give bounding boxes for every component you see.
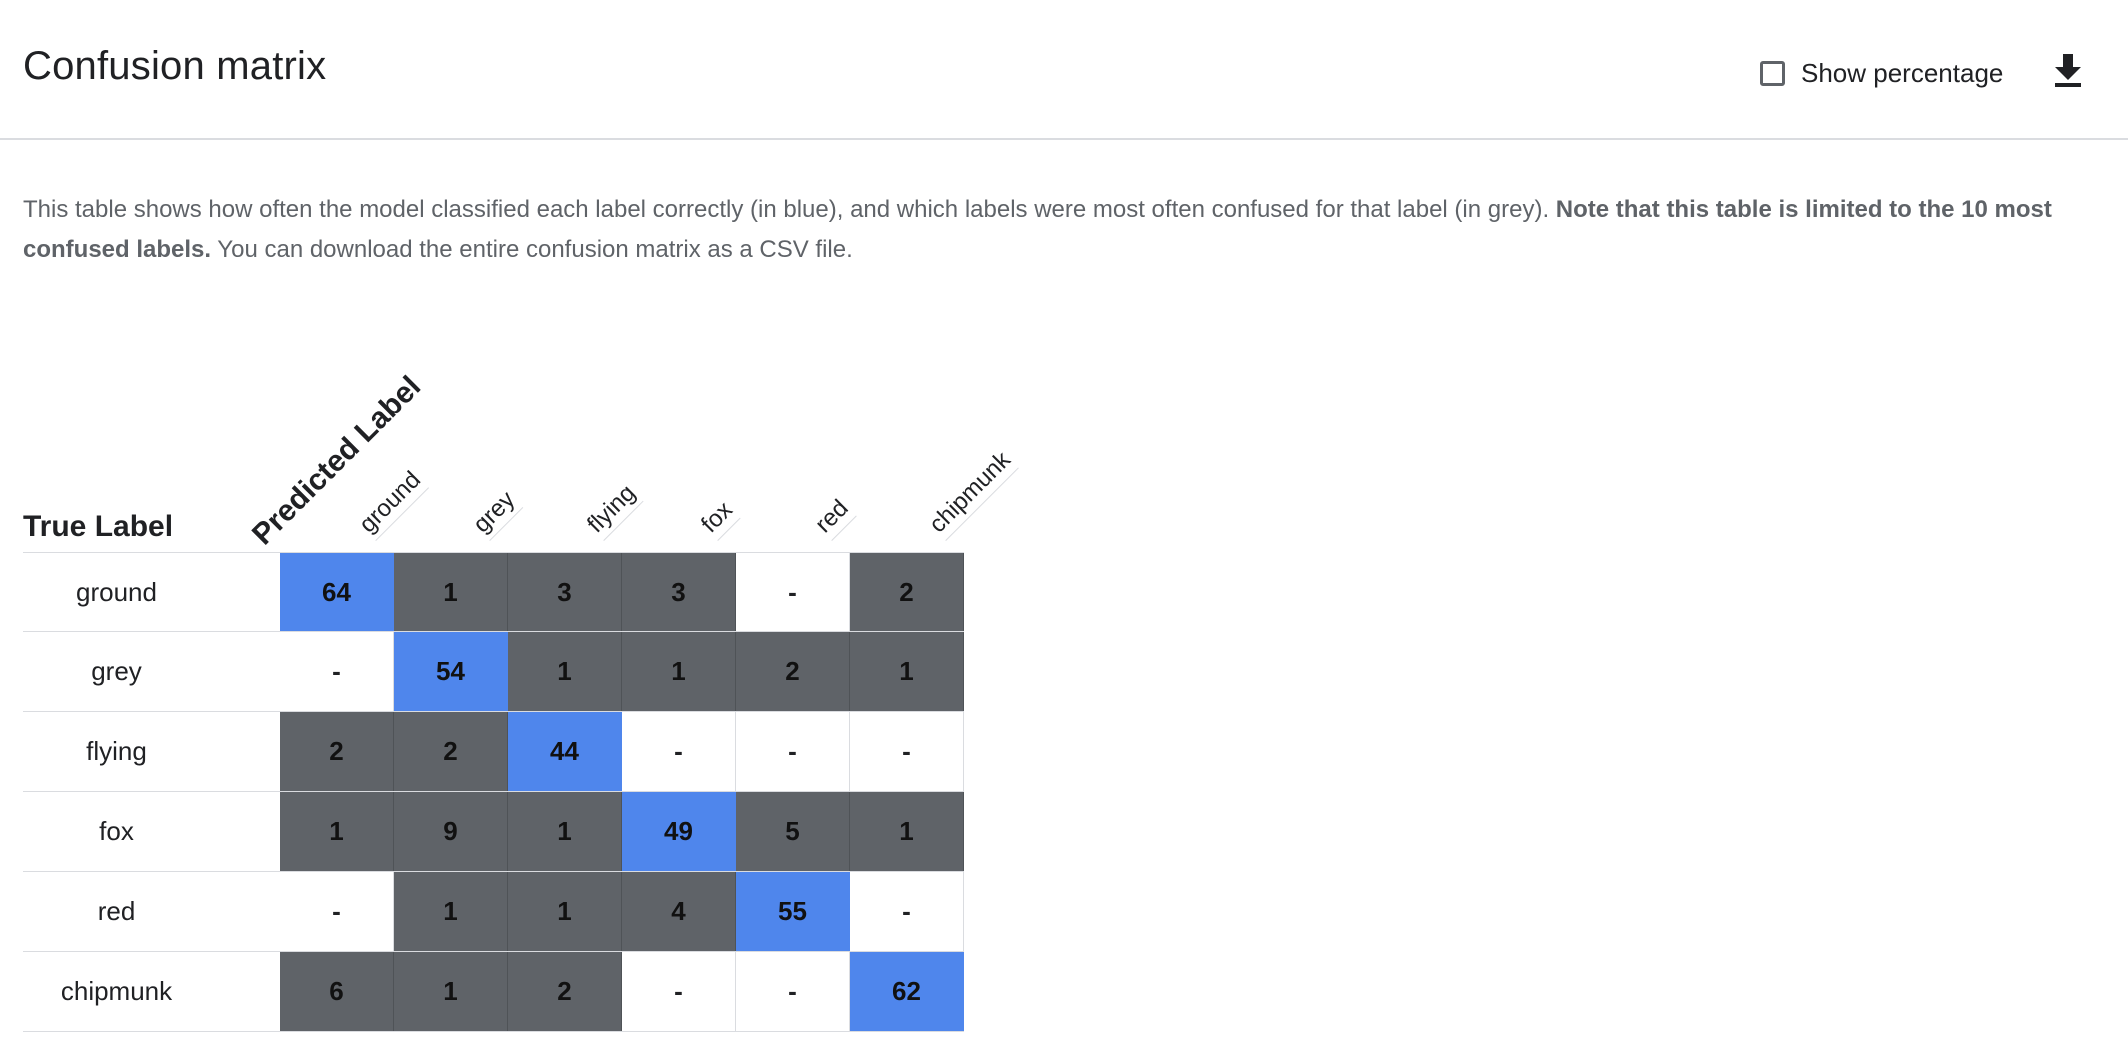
row-label-ground: ground xyxy=(76,576,157,607)
matrix-cell-ground-flying: 3 xyxy=(508,553,622,631)
description: This table shows how often the model cla… xyxy=(23,190,2093,270)
matrix-cell-ground-ground: 64 xyxy=(280,553,394,631)
matrix-cell-red-grey: 1 xyxy=(394,872,508,951)
matrix-cell-flying-chipmunk: - xyxy=(850,712,964,791)
matrix-cell-grey-ground: - xyxy=(280,632,394,711)
matrix-cell-flying-flying: 44 xyxy=(508,712,622,791)
matrix-cell-ground-grey: 1 xyxy=(394,553,508,631)
matrix-cell-chipmunk-chipmunk: 62 xyxy=(850,952,964,1031)
matrix-cell-chipmunk-flying: 2 xyxy=(508,952,622,1031)
matrix-cell-red-ground: - xyxy=(280,872,394,951)
matrix-cell-chipmunk-fox: - xyxy=(622,952,736,1031)
column-header-ground: ground xyxy=(354,466,429,541)
table-row: fox 1 9 1 49 5 1 xyxy=(23,792,964,872)
matrix-cell-red-chipmunk: - xyxy=(850,872,964,951)
matrix-cell-grey-flying: 1 xyxy=(508,632,622,711)
show-percentage-toggle[interactable]: Show percentage xyxy=(1760,56,2003,90)
column-header-chipmunk: chipmunk xyxy=(924,446,1019,541)
matrix-cell-ground-fox: 3 xyxy=(622,553,736,631)
matrix-cell-fox-flying: 1 xyxy=(508,792,622,871)
row-label-fox: fox xyxy=(99,816,134,846)
true-label-heading: True Label xyxy=(23,510,174,543)
predicted-label-heading: Predicted Label xyxy=(245,369,428,552)
matrix-cell-red-fox: 4 xyxy=(622,872,736,951)
header: Confusion matrix Show percentage xyxy=(0,0,2128,140)
table-row: ground 64 1 3 3-2 xyxy=(23,552,964,632)
matrix-cell-chipmunk-grey: 1 xyxy=(394,952,508,1031)
matrix-cell-flying-red: - xyxy=(736,712,850,791)
matrix-cell-flying-ground: 2 xyxy=(280,712,394,791)
matrix-cell-fox-chipmunk: 1 xyxy=(850,792,964,871)
row-label-red: red xyxy=(97,896,136,926)
table-row: flying 2 2 44- - - xyxy=(23,712,964,792)
table-row: grey -54 1 1 2 1 xyxy=(23,632,964,712)
matrix-cell-chipmunk-red: - xyxy=(736,952,850,1031)
page-title: Confusion matrix xyxy=(23,44,327,88)
download-icon[interactable] xyxy=(2050,50,2086,90)
row-label-chipmunk: chipmunk xyxy=(60,976,173,1006)
show-percentage-label: Show percentage xyxy=(1801,57,2004,88)
confusion-matrix-table: ground 64 1 3 3-2 grey -54 1 1 2 1 flying 2 2 44- - - fox… xyxy=(23,552,964,1032)
matrix-cell-ground-chipmunk: 2 xyxy=(850,553,964,631)
matrix-cell-fox-red: 5 xyxy=(736,792,850,871)
matrix-cell-grey-red: 2 xyxy=(736,632,850,711)
column-header-red: red xyxy=(810,494,857,541)
table-row: red -1 1 4 55- xyxy=(23,872,964,952)
row-label-flying: flying xyxy=(86,736,147,766)
matrix-cell-grey-fox: 1 xyxy=(622,632,736,711)
description-text-2: You can download the entire confusion ma… xyxy=(211,236,853,263)
matrix-cell-red-red: 55 xyxy=(736,872,850,951)
matrix-cell-ground-red: - xyxy=(736,553,850,631)
matrix-cell-chipmunk-ground: 6 xyxy=(280,952,394,1031)
table-row: chipmunk 6 1 2- -62 xyxy=(23,952,964,1032)
matrix-cell-grey-grey: 54 xyxy=(394,632,508,711)
matrix-cell-red-flying: 1 xyxy=(508,872,622,951)
matrix-cell-fox-fox: 49 xyxy=(622,792,736,871)
matrix-cell-grey-chipmunk: 1 xyxy=(850,632,964,711)
column-header-fox: fox xyxy=(696,496,741,541)
column-header-grey: grey xyxy=(468,486,524,541)
matrix-cell-fox-grey: 9 xyxy=(394,792,508,871)
matrix-cell-fox-ground: 1 xyxy=(280,792,394,871)
matrix-cell-flying-grey: 2 xyxy=(394,712,508,791)
description-text-1: This table shows how often the model cla… xyxy=(23,196,1556,223)
matrix-cell-flying-fox: - xyxy=(622,712,736,791)
column-header-flying: flying xyxy=(582,479,644,541)
row-label-grey: grey xyxy=(91,656,142,686)
show-percentage-checkbox[interactable] xyxy=(1760,60,1785,86)
